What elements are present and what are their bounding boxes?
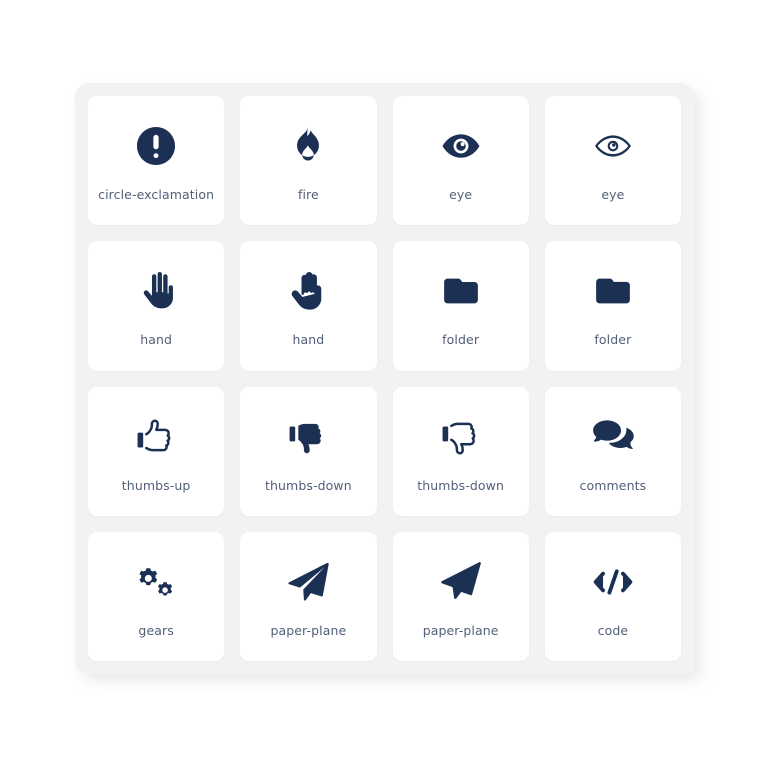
icon-card-gears[interactable]: gears (88, 531, 225, 661)
icon-label: hand (140, 332, 173, 348)
icon-label: gears (138, 622, 174, 638)
icon-label: thumbs-down (265, 477, 352, 493)
icon-label: paper-plane (422, 622, 499, 638)
thumbs-down-icon (287, 408, 329, 466)
circle-exclamation-icon (135, 117, 177, 175)
code-icon (589, 553, 637, 611)
icon-label: eye (601, 187, 625, 203)
eye-icon (591, 117, 635, 175)
thumbs-up-icon (135, 408, 177, 466)
paper-plane-icon (440, 553, 482, 611)
icon-card-eye-outline[interactable]: eye (544, 96, 681, 226)
icon-card-thumbs-up[interactable]: thumbs-up (88, 386, 225, 516)
icon-label: hand (292, 332, 325, 348)
icon-label: folder (594, 332, 632, 348)
icon-card-comments[interactable]: comments (544, 386, 681, 516)
icon-card-circle-exclamation[interactable]: circle-exclamation (88, 96, 225, 226)
hand-icon (290, 262, 326, 320)
icon-label: folder (442, 332, 480, 348)
icon-label: fire (297, 187, 319, 203)
icon-label: comments (579, 477, 647, 493)
icon-card-paper-plane-outline[interactable]: paper-plane (392, 531, 529, 661)
icon-card-thumbs-down-outline[interactable]: thumbs-down (392, 386, 529, 516)
icon-card-hand-outline[interactable]: hand (240, 241, 377, 371)
icon-card-hand-solid[interactable]: hand (88, 241, 225, 371)
icon-label: thumbs-down (417, 477, 504, 493)
icon-card-folder-solid[interactable]: folder (392, 241, 529, 371)
paper-plane-icon (287, 553, 330, 611)
comments-icon (591, 408, 635, 466)
thumbs-down-icon (440, 408, 482, 466)
fire-icon (291, 117, 325, 175)
folder-icon (439, 262, 483, 320)
gears-icon (134, 553, 178, 611)
icon-gallery-panel: circle-exclamation fire eye eye hand han… (75, 83, 694, 674)
icon-card-thumbs-down-solid[interactable]: thumbs-down (240, 386, 377, 516)
icon-label: thumbs-up (121, 477, 191, 493)
icon-card-fire[interactable]: fire (240, 96, 377, 226)
icon-label: eye (449, 187, 473, 203)
hand-icon (138, 262, 174, 320)
icon-label: code (597, 622, 629, 638)
icon-label: circle-exclamation (98, 187, 215, 203)
icon-label: paper-plane (270, 622, 347, 638)
icon-card-paper-plane-solid[interactable]: paper-plane (240, 531, 377, 661)
icon-card-folder-outline[interactable]: folder (544, 241, 681, 371)
eye-icon (439, 117, 483, 175)
icon-grid: circle-exclamation fire eye eye hand han… (88, 96, 681, 661)
icon-card-eye-solid[interactable]: eye (392, 96, 529, 226)
icon-card-code[interactable]: code (544, 531, 681, 661)
folder-icon (591, 262, 635, 320)
